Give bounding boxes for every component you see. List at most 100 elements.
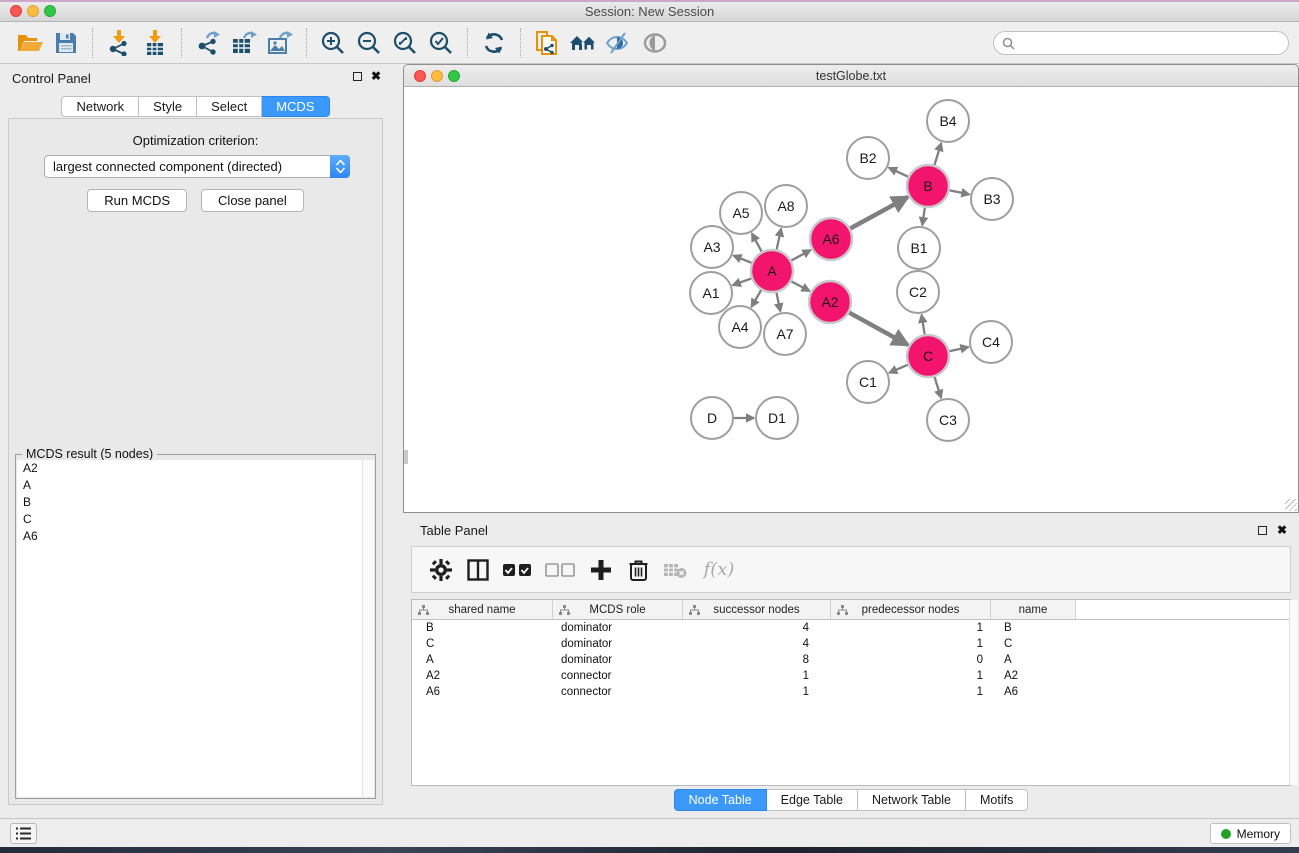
table-cell[interactable]: 8 <box>683 652 831 668</box>
close-panel-icon[interactable]: ✖ <box>371 71 381 81</box>
mcds-result-list[interactable]: A2ABCA6 <box>17 460 362 797</box>
column-header-successor-nodes[interactable]: successor nodes <box>683 600 831 619</box>
edge-A-A8[interactable] <box>776 228 781 252</box>
search-field[interactable] <box>993 31 1289 55</box>
export-network-icon[interactable] <box>190 26 226 60</box>
zoom-out-icon[interactable] <box>351 26 387 60</box>
show-graphics-details-icon[interactable] <box>637 26 673 60</box>
node-B2[interactable]: B2 <box>847 137 889 179</box>
table-cell[interactable]: 1 <box>683 684 831 700</box>
table-row[interactable]: A6connector11A6 <box>412 684 1290 700</box>
network-canvas[interactable]: B4B2BB3A5A8A6A3B1AA1C2A2A4A7C4CC1C3DD1 <box>404 88 1298 512</box>
column-header-predecessor-nodes[interactable]: predecessor nodes <box>831 600 991 619</box>
table-cell[interactable]: connector <box>553 668 683 684</box>
column-header-shared-name[interactable]: shared name <box>412 600 553 619</box>
mcds-result-item[interactable]: A <box>17 477 362 494</box>
import-network-icon[interactable] <box>101 26 137 60</box>
tab-network-table[interactable]: Network Table <box>858 789 966 811</box>
export-image-icon[interactable] <box>262 26 298 60</box>
node-B3[interactable]: B3 <box>971 178 1013 220</box>
table-cell[interactable]: 1 <box>831 668 991 684</box>
table-cell[interactable]: A <box>991 652 1076 668</box>
deselect-all-icon[interactable] <box>543 555 579 585</box>
save-session-icon[interactable] <box>48 26 84 60</box>
node-table[interactable]: shared nameMCDS rolesuccessor nodesprede… <box>411 599 1291 786</box>
criterion-dropdown[interactable]: largest connected component (directed) <box>44 155 350 178</box>
edge-A-A4[interactable] <box>751 287 762 307</box>
table-row[interactable]: Cdominator41C <box>412 636 1290 652</box>
column-header-name[interactable]: name <box>991 600 1076 619</box>
table-cell[interactable]: A2 <box>991 668 1076 684</box>
edge-A-A1[interactable] <box>733 277 754 285</box>
node-D1[interactable]: D1 <box>756 397 798 439</box>
node-B1[interactable]: B1 <box>898 227 940 269</box>
table-cell[interactable]: A6 <box>412 684 553 700</box>
tab-network[interactable]: Network <box>61 96 139 117</box>
node-A5[interactable]: A5 <box>720 192 762 234</box>
edge-A-A6[interactable] <box>789 250 811 262</box>
edge-C-C4[interactable] <box>947 347 969 352</box>
clone-network-icon[interactable] <box>529 26 565 60</box>
mcds-result-item[interactable]: A6 <box>17 528 362 545</box>
table-cell[interactable]: dominator <box>553 620 683 636</box>
table-row[interactable]: A2connector11A2 <box>412 668 1290 684</box>
open-session-icon[interactable] <box>12 26 48 60</box>
node-C4[interactable]: C4 <box>970 321 1012 363</box>
column-header-mcds-role[interactable]: MCDS role <box>553 600 683 619</box>
select-all-icon[interactable] <box>500 555 536 585</box>
zoom-in-icon[interactable] <box>315 26 351 60</box>
mcds-result-item[interactable]: B <box>17 494 362 511</box>
browse-columns-icon[interactable] <box>463 555 493 585</box>
mcds-result-item[interactable]: C <box>17 511 362 528</box>
table-cell[interactable]: 4 <box>683 636 831 652</box>
tab-select[interactable]: Select <box>197 96 262 117</box>
table-cell[interactable]: B <box>991 620 1076 636</box>
tab-node-table[interactable]: Node Table <box>674 789 767 811</box>
edge-A-A3[interactable] <box>733 256 754 264</box>
task-history-button[interactable] <box>10 823 37 844</box>
node-A3[interactable]: A3 <box>691 226 733 268</box>
tab-style[interactable]: Style <box>139 96 197 117</box>
zoom-fit-icon[interactable] <box>387 26 423 60</box>
tab-motifs[interactable]: Motifs <box>966 789 1028 811</box>
add-column-icon[interactable] <box>586 555 616 585</box>
table-cell[interactable]: A <box>412 652 553 668</box>
table-cell[interactable]: 1 <box>831 684 991 700</box>
node-C1[interactable]: C1 <box>847 361 889 403</box>
node-A[interactable]: A <box>751 250 793 292</box>
node-C[interactable]: C <box>907 335 949 377</box>
edge-A6-B[interactable] <box>848 197 908 230</box>
table-cell[interactable]: C <box>412 636 553 652</box>
search-input[interactable] <box>1020 36 1288 50</box>
table-cell[interactable]: dominator <box>553 636 683 652</box>
edge-A2-C[interactable] <box>847 311 908 345</box>
tab-mcds[interactable]: MCDS <box>262 96 329 117</box>
network-resize-grip[interactable] <box>1285 499 1297 511</box>
edge-A-A2[interactable] <box>789 280 810 291</box>
mcds-list-scrollbar[interactable] <box>362 460 374 797</box>
memory-button[interactable]: Memory <box>1210 823 1291 844</box>
float-table-panel-icon[interactable] <box>1258 526 1267 535</box>
node-C3[interactable]: C3 <box>927 399 969 441</box>
home-view-icon[interactable] <box>565 26 601 60</box>
tab-edge-table[interactable]: Edge Table <box>767 789 858 811</box>
table-cell[interactable]: connector <box>553 684 683 700</box>
mcds-result-item[interactable]: A2 <box>17 460 362 477</box>
table-cell[interactable]: 1 <box>831 636 991 652</box>
table-row[interactable]: Bdominator41B <box>412 620 1290 636</box>
zoom-selected-icon[interactable] <box>423 26 459 60</box>
node-C2[interactable]: C2 <box>897 271 939 313</box>
table-cell[interactable]: 1 <box>683 668 831 684</box>
table-cell[interactable]: A6 <box>991 684 1076 700</box>
table-scrollbar[interactable] <box>1289 600 1298 785</box>
edge-C-C1[interactable] <box>889 364 910 373</box>
edge-A-A7[interactable] <box>776 290 781 312</box>
close-table-panel-icon[interactable]: ✖ <box>1277 525 1287 535</box>
node-A7[interactable]: A7 <box>764 313 806 355</box>
table-cell[interactable]: dominator <box>553 652 683 668</box>
table-cell[interactable]: 0 <box>831 652 991 668</box>
export-table-icon[interactable] <box>226 26 262 60</box>
node-B[interactable]: B <box>907 165 949 207</box>
edge-C-C2[interactable] <box>922 315 926 338</box>
edge-C-C3[interactable] <box>934 374 941 398</box>
